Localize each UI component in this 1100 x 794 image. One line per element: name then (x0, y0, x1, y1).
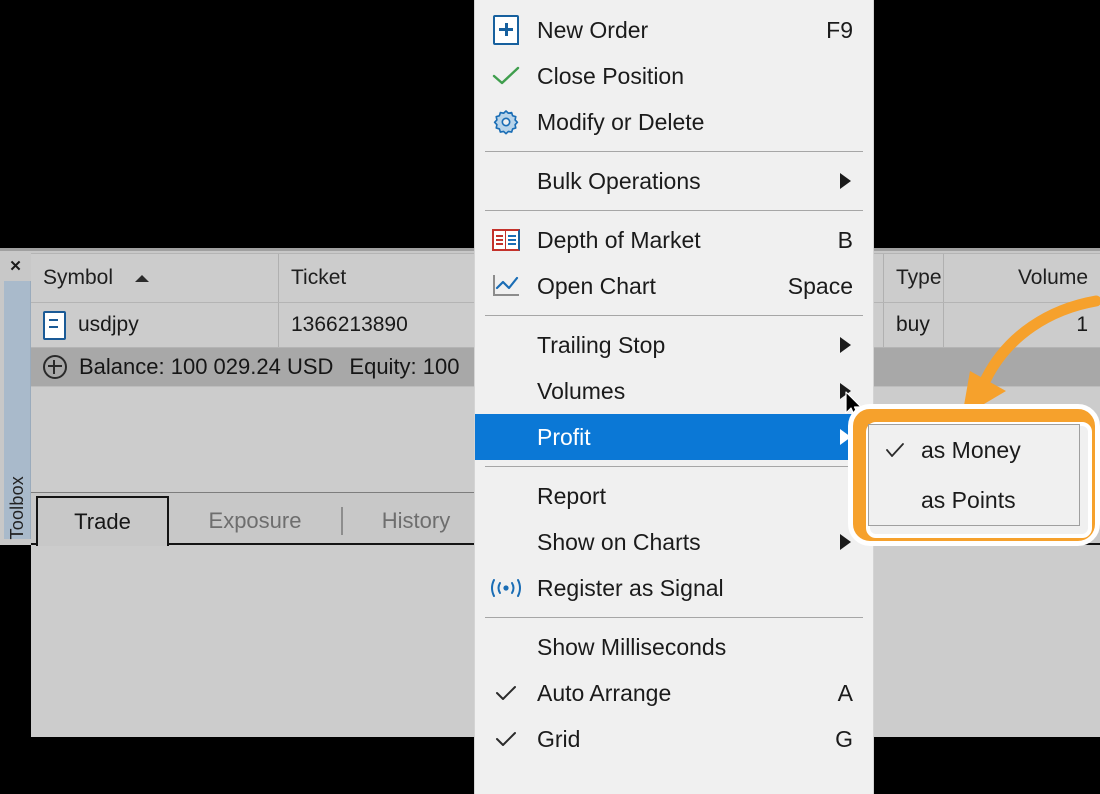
check-icon (475, 716, 537, 762)
check-green-icon (475, 53, 537, 99)
menu-item-bulk-operations[interactable]: Bulk Operations (475, 158, 873, 204)
gear-icon (475, 99, 537, 145)
submenu-item-as-points-label: as Points (921, 486, 1016, 513)
cell-ticket: 1366213890 (279, 303, 475, 347)
menu-item-report-label: Report (537, 482, 607, 509)
menu-item-auto-arrange-accel: A (837, 679, 853, 706)
close-icon[interactable]: ✕ (0, 251, 31, 281)
menu-item-open-chart[interactable]: Open Chart Space (475, 263, 873, 309)
menu-item-trailing-stop[interactable]: Trailing Stop (475, 322, 873, 368)
menu-item-show-milliseconds[interactable]: Show Milliseconds (475, 624, 873, 670)
menu-icon-slot-empty-1 (475, 158, 537, 204)
symbol-icon (43, 310, 66, 340)
cell-symbol-value: usdjpy (78, 313, 139, 336)
balance-label: Balance: 100 029.24 USD (79, 354, 334, 379)
menu-item-show-on-charts-label: Show on Charts (537, 528, 701, 555)
menu-item-depth-of-market[interactable]: Depth of Market B (475, 217, 873, 263)
depth-of-market-icon (475, 217, 537, 263)
menu-item-grid-label: Grid (537, 725, 581, 752)
column-header-type-label: Type (896, 266, 942, 289)
menu-item-open-chart-accel: Space (787, 272, 853, 299)
menu-item-modify-or-delete-label: Modify or Delete (537, 108, 705, 135)
signal-icon (475, 565, 537, 611)
column-header-ticket[interactable]: Ticket (279, 254, 475, 302)
plus-circle-icon[interactable] (43, 355, 67, 379)
menu-icon-slot-empty-3 (475, 368, 537, 414)
tab-history-label: History (381, 507, 451, 533)
menu-icon-slot-empty-2 (475, 322, 537, 368)
menu-item-auto-arrange-label: Auto Arrange (537, 679, 672, 706)
menu-separator-4 (485, 466, 863, 467)
menu-separator-2 (485, 210, 863, 211)
tab-exposure-label: Exposure (208, 507, 302, 533)
menu-item-grid-accel: G (835, 725, 853, 752)
new-order-icon (475, 7, 537, 53)
equity-label: Equity: 100 (349, 354, 460, 379)
column-header-ticket-label: Ticket (291, 266, 347, 289)
menu-item-profit[interactable]: Profit (475, 414, 873, 460)
menu-item-show-on-charts[interactable]: Show on Charts (475, 519, 873, 565)
menu-item-new-order[interactable]: New Order F9 (475, 7, 873, 53)
cell-volume-value: 1 (1076, 313, 1088, 336)
column-header-type[interactable]: Type (884, 254, 944, 302)
toolbox-vertical-tab-label: Toolbox (6, 475, 27, 539)
menu-item-register-as-signal[interactable]: Register as Signal (475, 565, 873, 611)
submenu-arrow-icon (840, 173, 873, 189)
menu-icon-slot-empty-7 (475, 624, 537, 670)
menu-item-register-as-signal-label: Register as Signal (537, 574, 724, 601)
menu-item-new-order-label: New Order (537, 16, 649, 43)
menu-separator-5 (485, 617, 863, 618)
menu-item-close-position[interactable]: Close Position (475, 53, 873, 99)
tab-trade-label: Trade (74, 509, 131, 534)
menu-item-auto-arrange[interactable]: Auto Arrange A (475, 670, 873, 716)
menu-item-volumes-label: Volumes (537, 377, 626, 404)
menu-item-new-order-accel: F9 (826, 16, 853, 43)
toolbox-vertical-tab[interactable]: Toolbox (4, 281, 31, 539)
menu-item-bulk-operations-label: Bulk Operations (537, 167, 701, 194)
menu-separator-1 (485, 151, 863, 152)
menu-item-profit-label: Profit (537, 423, 591, 450)
submenu-item-as-money[interactable]: as Money (869, 425, 1079, 475)
sort-ascending-icon (135, 274, 150, 282)
menu-item-modify-or-delete[interactable]: Modify or Delete (475, 99, 873, 145)
tab-history[interactable]: History (351, 498, 481, 543)
menu-item-depth-of-market-label: Depth of Market (537, 226, 701, 253)
tab-exposure[interactable]: Exposure (176, 498, 334, 543)
menu-icon-slot-empty-6 (475, 519, 537, 565)
column-header-symbol-label: Symbol (43, 266, 114, 289)
tab-trade[interactable]: Trade (36, 496, 169, 546)
menu-item-trailing-stop-label: Trailing Stop (537, 331, 666, 358)
tab-separator-1 (341, 507, 343, 535)
submenu-item-as-points[interactable]: as Points (869, 475, 1079, 525)
menu-item-depth-of-market-accel: B (837, 226, 853, 253)
open-chart-icon (475, 263, 537, 309)
submenu-item-as-money-label: as Money (921, 436, 1021, 463)
menu-item-open-chart-label: Open Chart (537, 272, 656, 299)
check-icon (869, 442, 921, 458)
cell-volume: 1 (944, 303, 1100, 347)
column-header-volume[interactable]: Volume (944, 254, 1100, 302)
menu-icon-slot-empty-5 (475, 473, 537, 519)
check-icon (475, 670, 537, 716)
menu-item-show-milliseconds-label: Show Milliseconds (537, 633, 727, 660)
submenu-arrow-icon (840, 337, 873, 353)
menu-separator-3 (485, 315, 863, 316)
menu-item-volumes[interactable]: Volumes (475, 368, 873, 414)
menu-icon-slot-empty-4 (475, 414, 537, 460)
menu-item-grid[interactable]: Grid G (475, 716, 873, 762)
cell-ticket-value: 1366213890 (291, 313, 408, 336)
menu-item-close-position-label: Close Position (537, 62, 685, 89)
cell-type: buy (884, 303, 944, 347)
cell-type-value: buy (896, 313, 930, 336)
context-menu: New Order F9 Close Position Modify or De… (474, 0, 874, 794)
cell-symbol: usdjpy (31, 303, 279, 347)
menu-item-report[interactable]: Report (475, 473, 873, 519)
column-header-symbol[interactable]: Symbol (31, 254, 279, 302)
column-header-volume-label: Volume (1017, 266, 1088, 289)
profit-submenu: as Money as Points (868, 424, 1080, 526)
